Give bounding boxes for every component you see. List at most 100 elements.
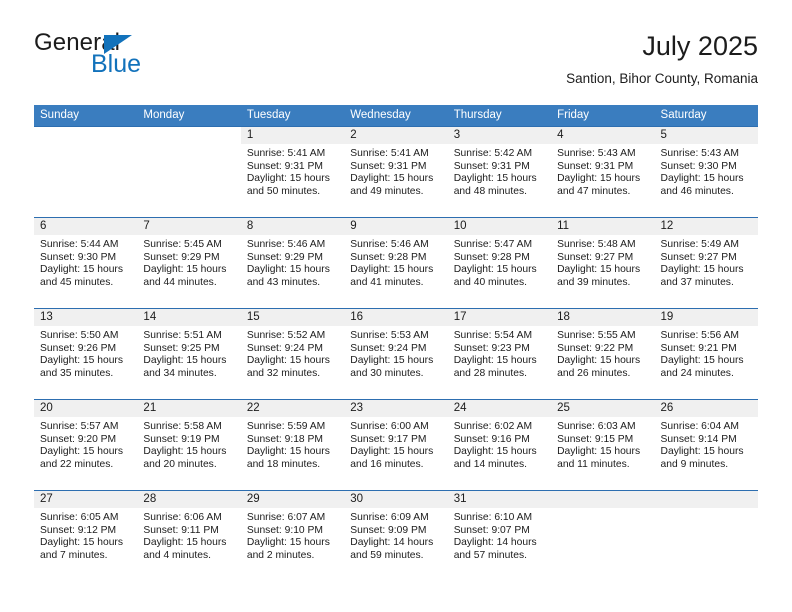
calendar-empty-cell	[137, 126, 241, 218]
calendar-day-cell[interactable]: 27 Sunrise: 6:05 AM Sunset: 9:12 PM Dayligh…	[34, 490, 138, 581]
sunrise-text: Sunrise: 6:05 AM	[40, 512, 119, 523]
day-details: Sunrise: 5:56 AM Sunset: 9:21 PM Daylight:…	[655, 326, 758, 380]
calendar-day-cell[interactable]: 31 Sunrise: 6:10 AM Sunset: 9:07 PM Dayligh…	[447, 490, 552, 581]
calendar-day-cell[interactable]: 20 Sunrise: 5:57 AM Sunset: 9:20 PM Dayligh…	[34, 399, 138, 491]
calendar-day-cell[interactable]: 2 Sunrise: 5:41 AM Sunset: 9:31 PM Daylight…	[344, 126, 448, 218]
sunset-text: Sunset: 9:21 PM	[660, 342, 737, 354]
calendar-day-cell[interactable]: 19 Sunrise: 5:56 AM Sunset: 9:21 PM Dayligh…	[654, 308, 758, 400]
calendar-day-cell[interactable]: 24 Sunrise: 6:02 AM Sunset: 9:16 PM Dayligh…	[447, 399, 552, 491]
calendar-day-cell[interactable]: 8 Sunrise: 5:46 AM Sunset: 9:29 PM Daylight…	[240, 217, 345, 309]
daylight-text-line2: and 50 minutes.	[246, 185, 321, 197]
day-number: 25	[551, 400, 655, 417]
daylight-text-line1: Daylight: 15 hours	[350, 173, 434, 185]
calendar-day-cell[interactable]: 9 Sunrise: 5:46 AM Sunset: 9:28 PM Daylight…	[344, 217, 448, 309]
title-block: July 2025 Santion, Bihor County, Romania	[566, 30, 758, 87]
calendar-day-cell[interactable]: 26 Sunrise: 6:04 AM Sunset: 9:14 PM Dayligh…	[654, 399, 758, 491]
sunrise-text: Sunrise: 5:47 AM	[453, 239, 533, 250]
day-details: Sunrise: 5:58 AM Sunset: 9:19 PM Daylight:…	[137, 417, 240, 471]
daylight-text-line2: and 22 minutes.	[40, 458, 114, 470]
daylight-text-line1: Daylight: 15 hours	[660, 355, 744, 367]
weekday-header-monday: Monday	[137, 105, 241, 127]
calendar-day-cell[interactable]: 28 Sunrise: 6:06 AM Sunset: 9:11 PM Dayligh…	[137, 490, 241, 581]
daylight-text-line1: Daylight: 15 hours	[246, 173, 330, 185]
daylight-text-line1: Daylight: 15 hours	[557, 264, 641, 276]
day-details: Sunrise: 5:50 AM Sunset: 9:26 PM Daylight:…	[34, 326, 137, 380]
daylight-text-line2: and 30 minutes.	[350, 367, 424, 379]
day-details: Sunrise: 5:54 AM Sunset: 9:23 PM Daylight:…	[448, 326, 551, 380]
daylight-text-line2: and 41 minutes.	[350, 276, 424, 288]
calendar-day-cell[interactable]: 4 Sunrise: 5:43 AM Sunset: 9:31 PM Daylight…	[551, 126, 655, 218]
day-number: 30	[344, 491, 448, 508]
daylight-text-line1: Daylight: 15 hours	[557, 446, 641, 458]
sunrise-text: Sunrise: 5:44 AM	[40, 239, 119, 250]
day-cell-inner: 11 Sunrise: 5:48 AM Sunset: 9:27 PM Dayligh…	[551, 218, 655, 308]
calendar-week-row: 27 Sunrise: 6:05 AM Sunset: 9:12 PM Dayligh…	[34, 490, 758, 581]
day-number: 21	[137, 400, 241, 417]
day-details: Sunrise: 6:04 AM Sunset: 9:14 PM Daylight:…	[655, 417, 758, 471]
calendar-day-cell[interactable]: 29 Sunrise: 6:07 AM Sunset: 9:10 PM Dayligh…	[240, 490, 345, 581]
calendar-day-cell[interactable]: 21 Sunrise: 5:58 AM Sunset: 9:19 PM Dayligh…	[137, 399, 241, 491]
day-details: Sunrise: 5:49 AM Sunset: 9:27 PM Daylight:…	[655, 235, 758, 289]
day-cell-inner: 3 Sunrise: 5:42 AM Sunset: 9:31 PM Daylight…	[447, 127, 552, 217]
sunrise-text: Sunrise: 5:42 AM	[453, 148, 533, 159]
calendar-day-cell[interactable]: 6 Sunrise: 5:44 AM Sunset: 9:30 PM Daylight…	[34, 217, 138, 309]
day-details: Sunrise: 5:44 AM Sunset: 9:30 PM Daylight:…	[34, 235, 137, 289]
daylight-text-line2: and 44 minutes.	[143, 276, 217, 288]
calendar-day-cell[interactable]: 16 Sunrise: 5:53 AM Sunset: 9:24 PM Dayligh…	[344, 308, 448, 400]
sunset-text: Sunset: 9:12 PM	[40, 524, 117, 536]
sunset-text: Sunset: 9:10 PM	[246, 524, 323, 536]
day-number	[551, 491, 655, 508]
daylight-text-line1: Daylight: 15 hours	[350, 355, 434, 367]
brand-logo[interactable]: General Blue	[34, 30, 274, 90]
daylight-text-line1: Daylight: 15 hours	[453, 264, 537, 276]
calendar-day-cell[interactable]: 7 Sunrise: 5:45 AM Sunset: 9:29 PM Daylight…	[137, 217, 241, 309]
calendar-day-cell[interactable]: 5 Sunrise: 5:43 AM Sunset: 9:30 PM Daylight…	[654, 126, 758, 218]
calendar-day-cell[interactable]: 15 Sunrise: 5:52 AM Sunset: 9:24 PM Dayligh…	[240, 308, 345, 400]
calendar-day-cell[interactable]: 30 Sunrise: 6:09 AM Sunset: 9:09 PM Dayligh…	[344, 490, 448, 581]
calendar-page: General Blue July 2025 Santion, Bihor Co…	[0, 0, 792, 612]
daylight-text-line1: Daylight: 15 hours	[660, 264, 744, 276]
calendar-day-cell[interactable]: 12 Sunrise: 5:49 AM Sunset: 9:27 PM Dayligh…	[654, 217, 758, 309]
sunset-text: Sunset: 9:09 PM	[350, 524, 427, 536]
day-details: Sunrise: 5:45 AM Sunset: 9:29 PM Daylight:…	[137, 235, 240, 289]
daylight-text-line1: Daylight: 15 hours	[40, 264, 123, 276]
calendar-day-cell[interactable]: 3 Sunrise: 5:42 AM Sunset: 9:31 PM Daylight…	[447, 126, 552, 218]
sunrise-text: Sunrise: 6:04 AM	[660, 421, 739, 432]
day-cell-inner: 7 Sunrise: 5:45 AM Sunset: 9:29 PM Daylight…	[137, 218, 241, 308]
day-number	[654, 491, 758, 508]
calendar-day-cell[interactable]: 23 Sunrise: 6:00 AM Sunset: 9:17 PM Dayligh…	[344, 399, 448, 491]
sunrise-text: Sunrise: 5:49 AM	[660, 239, 739, 250]
daylight-text-line1: Daylight: 15 hours	[143, 355, 227, 367]
daylight-text-line1: Daylight: 15 hours	[660, 173, 744, 185]
sunset-text: Sunset: 9:16 PM	[453, 433, 530, 445]
day-cell-inner: 4 Sunrise: 5:43 AM Sunset: 9:31 PM Daylight…	[551, 127, 655, 217]
calendar-day-cell[interactable]: 22 Sunrise: 5:59 AM Sunset: 9:18 PM Dayligh…	[240, 399, 345, 491]
calendar-day-cell[interactable]: 18 Sunrise: 5:55 AM Sunset: 9:22 PM Dayligh…	[551, 308, 655, 400]
day-number: 27	[34, 491, 138, 508]
day-number: 10	[447, 218, 552, 235]
sunrise-text: Sunrise: 6:10 AM	[453, 512, 533, 523]
calendar-day-cell[interactable]: 25 Sunrise: 6:03 AM Sunset: 9:15 PM Dayligh…	[551, 399, 655, 491]
day-cell-inner: 9 Sunrise: 5:46 AM Sunset: 9:28 PM Daylight…	[344, 218, 448, 308]
day-cell-inner: 12 Sunrise: 5:49 AM Sunset: 9:27 PM Dayligh…	[654, 218, 758, 308]
calendar-day-cell[interactable]: 14 Sunrise: 5:51 AM Sunset: 9:25 PM Dayligh…	[137, 308, 241, 400]
calendar-day-cell[interactable]: 17 Sunrise: 5:54 AM Sunset: 9:23 PM Dayligh…	[447, 308, 552, 400]
daylight-text-line1: Daylight: 15 hours	[453, 173, 537, 185]
daylight-text-line2: and 9 minutes.	[660, 458, 729, 470]
calendar-empty-cell	[34, 126, 138, 218]
sunset-text: Sunset: 9:24 PM	[350, 342, 427, 354]
sunrise-text: Sunrise: 5:56 AM	[660, 330, 739, 341]
daylight-text-line2: and 32 minutes.	[246, 367, 321, 379]
calendar-day-cell[interactable]: 1 Sunrise: 5:41 AM Sunset: 9:31 PM Daylight…	[240, 126, 345, 218]
sunset-text: Sunset: 9:31 PM	[350, 160, 427, 172]
calendar-day-cell[interactable]: 10 Sunrise: 5:47 AM Sunset: 9:28 PM Dayligh…	[447, 217, 552, 309]
sunrise-text: Sunrise: 5:57 AM	[40, 421, 119, 432]
day-number: 28	[137, 491, 241, 508]
calendar-day-cell[interactable]: 11 Sunrise: 5:48 AM Sunset: 9:27 PM Dayligh…	[551, 217, 655, 309]
daylight-text-line2: and 26 minutes.	[557, 367, 631, 379]
sunset-text: Sunset: 9:07 PM	[453, 524, 530, 536]
calendar-day-cell[interactable]: 13 Sunrise: 5:50 AM Sunset: 9:26 PM Dayligh…	[34, 308, 138, 400]
day-details: Sunrise: 6:09 AM Sunset: 9:09 PM Daylight:…	[344, 508, 447, 562]
weekday-header-friday: Friday	[551, 105, 655, 127]
day-cell-inner: 8 Sunrise: 5:46 AM Sunset: 9:29 PM Daylight…	[240, 218, 345, 308]
